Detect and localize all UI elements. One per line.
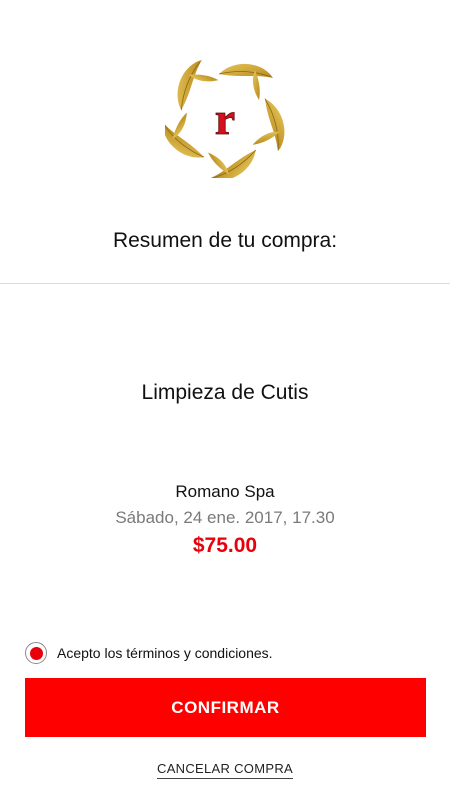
cancel-purchase-link[interactable]: CANCELAR COMPRA: [157, 761, 293, 779]
radio-selected-dot: [29, 646, 43, 660]
terms-radio[interactable]: [25, 642, 47, 664]
appointment-datetime: Sábado, 24 ene. 2017, 17.30: [115, 508, 335, 527]
logo-letter: r: [215, 93, 235, 144]
price: $75.00: [192, 534, 258, 557]
terms-row: Acepto los términos y condiciones.: [25, 640, 273, 666]
gold-leaf-wreath-icon: r: [153, 55, 292, 191]
divider: [0, 283, 450, 284]
cancel-row: CANCELAR COMPRA: [0, 760, 450, 779]
vendor-name: Romano Spa: [175, 482, 275, 501]
confirm-button[interactable]: CONFIRMAR: [25, 678, 426, 737]
brand-logo: r: [153, 55, 292, 191]
terms-label[interactable]: Acepto los términos y condiciones.: [57, 645, 273, 661]
page-title: Resumen de tu compra:: [112, 229, 338, 252]
service-name: Limpieza de Cutis: [141, 381, 309, 404]
